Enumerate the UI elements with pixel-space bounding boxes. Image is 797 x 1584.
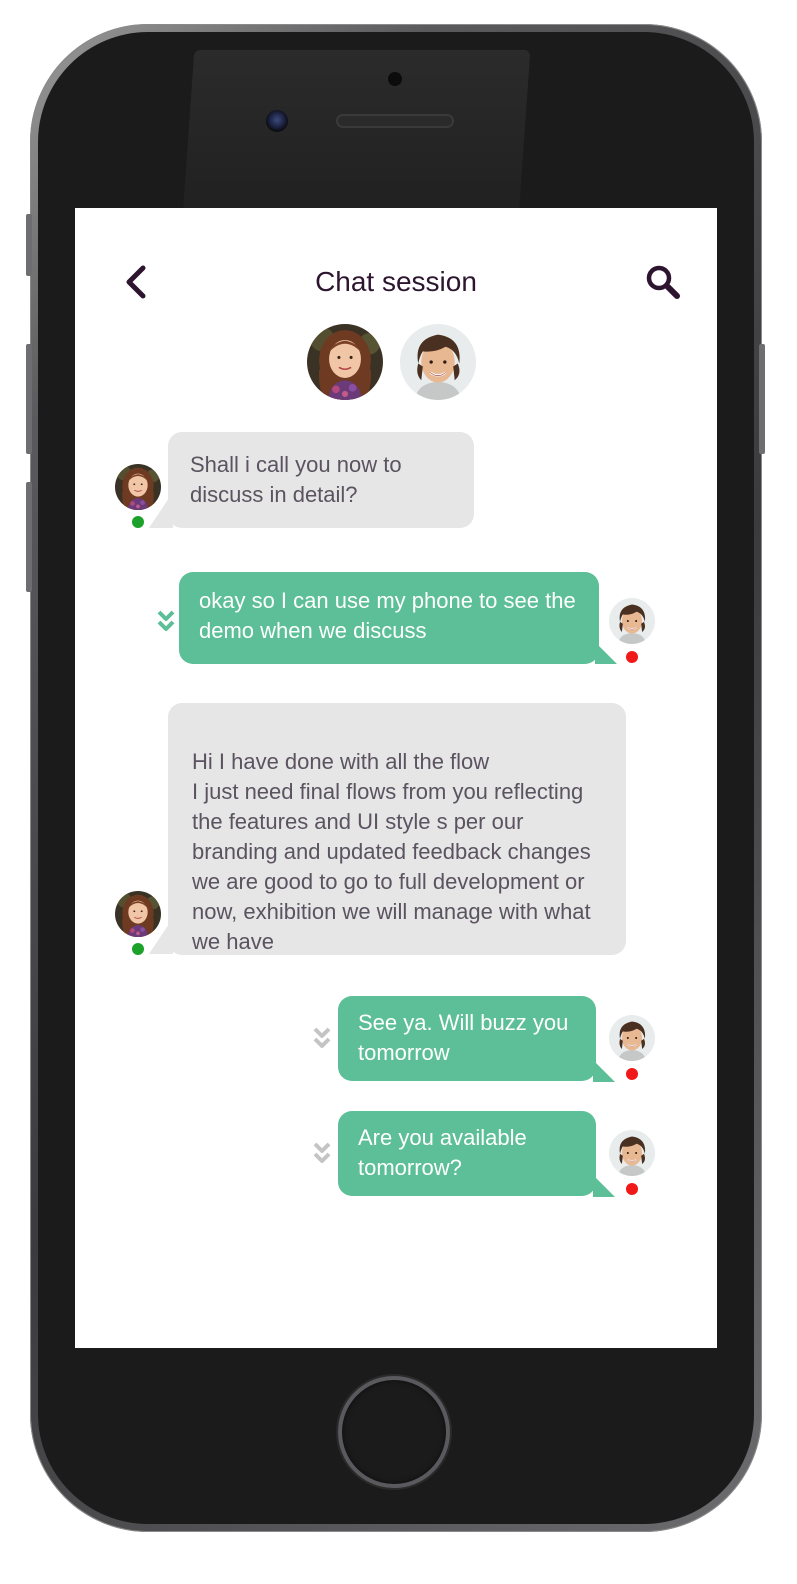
offline-status-dot	[626, 651, 638, 663]
message-text: okay so I can use my phone to see the de…	[199, 588, 576, 643]
online-status-dot	[132, 943, 144, 955]
earpiece-speaker	[336, 114, 454, 128]
screen-glare	[181, 50, 531, 232]
bubble-tail	[595, 642, 617, 664]
bubble-tail	[593, 1060, 615, 1082]
home-button[interactable]	[338, 1376, 450, 1488]
double-chevron-down-icon	[157, 610, 175, 631]
message-text: Hi I have done with all the flow I just …	[192, 749, 591, 954]
silent-switch	[26, 214, 32, 276]
participant-avatar-woman[interactable]	[307, 324, 383, 400]
sender-avatar	[609, 1015, 655, 1061]
front-camera	[266, 110, 288, 132]
volume-up-button	[26, 344, 32, 454]
bubble-tail	[593, 1175, 615, 1197]
power-button	[759, 344, 765, 454]
offline-status-dot	[626, 1183, 638, 1195]
offline-status-dot	[626, 1068, 638, 1080]
volume-down-button	[26, 482, 32, 592]
proximity-sensor	[388, 72, 402, 86]
message-bubble-incoming: Shall i call you now to discuss in detai…	[168, 432, 474, 528]
double-chevron-down-icon	[313, 1142, 331, 1163]
message-bubble-outgoing: See ya. Will buzz you tomorrow	[338, 996, 596, 1081]
online-status-dot	[132, 516, 144, 528]
message-bubble-outgoing: okay so I can use my phone to see the de…	[179, 572, 599, 664]
sender-avatar	[609, 1130, 655, 1176]
participant-avatar-man[interactable]	[400, 324, 476, 400]
search-button[interactable]	[643, 262, 683, 302]
message-text: Shall i call you now to discuss in detai…	[190, 452, 402, 507]
double-chevron-down-icon	[313, 1027, 331, 1048]
search-icon	[646, 265, 680, 299]
message-text: Are you available tomorrow?	[358, 1125, 527, 1180]
message-text: See ya. Will buzz you tomorrow	[358, 1010, 569, 1065]
message-bubble-incoming: Hi I have done with all the flow I just …	[168, 703, 626, 955]
chat-screen: Chat session Shall i call you now to dis…	[75, 208, 717, 1348]
message-bubble-outgoing: Are you available tomorrow?	[338, 1111, 596, 1196]
page-title: Chat session	[315, 266, 477, 297]
sender-avatar	[609, 598, 655, 644]
